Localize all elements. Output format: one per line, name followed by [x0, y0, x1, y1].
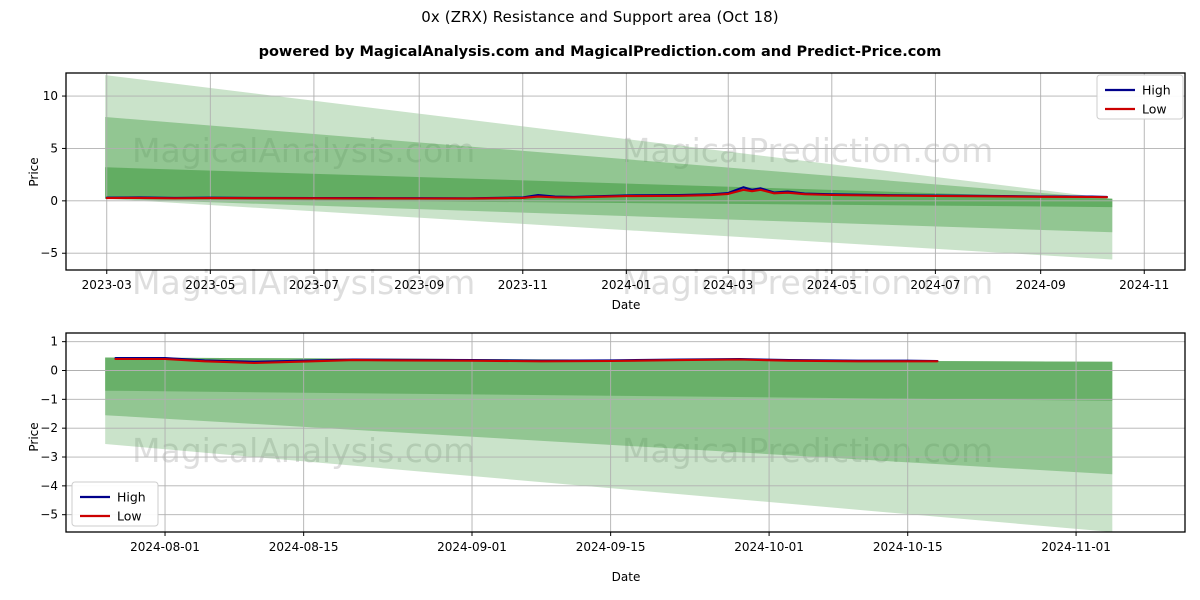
x-tick-label: 2023-11 [498, 278, 548, 292]
x-tick-label: 2024-09-01 [437, 540, 507, 554]
y-tick-label: 0 [50, 194, 58, 208]
y-tick-label: 1 [50, 335, 58, 349]
y-tick-label: −1 [40, 392, 58, 406]
x-tick-label: 2024-03 [703, 278, 753, 292]
upper-legend[interactable]: High Low [1096, 74, 1184, 120]
y-tick-label: 10 [43, 89, 58, 103]
lower-xlabel: Date [611, 570, 641, 584]
x-tick-label: 2024-09-15 [576, 540, 646, 554]
upper-xlabel: Date [611, 298, 641, 312]
x-tick-label: 2024-10-15 [873, 540, 943, 554]
x-tick-label: 2024-11 [1119, 278, 1169, 292]
x-tick-label: 2024-05 [807, 278, 857, 292]
upper-ylabel: Price [27, 157, 41, 187]
x-tick-label: 2023-09 [394, 278, 444, 292]
x-tick-label: 2024-07 [910, 278, 960, 292]
chart-figure: 0x (ZRX) Resistance and Support area (Oc… [0, 0, 1200, 600]
legend-label-low[interactable]: Low [117, 509, 142, 524]
x-tick-label: 2024-10-01 [734, 540, 804, 554]
x-tick-label: 2023-03 [82, 278, 132, 292]
legend-label-high[interactable]: High [1142, 83, 1171, 98]
x-tick-label: 2024-09 [1016, 278, 1066, 292]
y-tick-label: −5 [40, 246, 58, 260]
lower-chart: MagicalAnalysis.com MagicalPrediction.com… [40, 332, 1186, 554]
lower-ylabel: Price [27, 422, 41, 452]
x-tick-label: 2024-08-01 [130, 540, 200, 554]
y-tick-label: 5 [50, 141, 58, 155]
x-tick-label: 2023-07 [289, 278, 339, 292]
x-tick-label: 2023-05 [185, 278, 235, 292]
legend-label-high[interactable]: High [117, 490, 146, 505]
upper-chart: MagicalAnalysis.com MagicalPrediction.com… [40, 72, 1186, 302]
x-tick-label: 2024-11-01 [1041, 540, 1111, 554]
x-tick-label: 2024-01 [601, 278, 651, 292]
lower-band-group [105, 357, 1113, 532]
y-tick-label: −2 [40, 421, 58, 435]
x-tick-label: 2024-08-15 [269, 540, 339, 554]
y-tick-label: −3 [40, 450, 58, 464]
legend-label-low[interactable]: Low [1142, 102, 1167, 117]
y-tick-label: 0 [50, 363, 58, 377]
lower-legend[interactable]: High Low [71, 481, 159, 527]
y-tick-label: −5 [40, 508, 58, 522]
y-tick-label: −4 [40, 479, 58, 493]
